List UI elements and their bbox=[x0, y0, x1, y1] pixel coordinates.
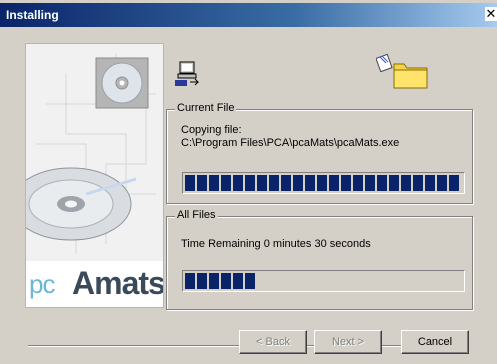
progress-segment bbox=[197, 175, 207, 191]
progress-segment bbox=[293, 175, 303, 191]
progress-segment bbox=[257, 175, 267, 191]
current-file-path: C:\Program Files\PCA\pcaMats\pcaMats.exe bbox=[181, 137, 400, 149]
installer-window: Installing ✕ pc Amats Current File Copyi… bbox=[0, 0, 497, 364]
folder-icon bbox=[376, 54, 428, 89]
logo-text-mats: Amats bbox=[72, 265, 164, 301]
progress-segment bbox=[413, 175, 423, 191]
progress-segment bbox=[221, 273, 231, 289]
time-remaining-text: Time Remaining 0 minutes 30 seconds bbox=[181, 238, 371, 250]
all-files-group: All Files Time Remaining 0 minutes 30 se… bbox=[166, 209, 473, 310]
computer-transfer-icon bbox=[175, 61, 200, 86]
progress-segment bbox=[305, 175, 315, 191]
progress-segment bbox=[365, 175, 375, 191]
close-button[interactable]: ✕ bbox=[485, 7, 497, 21]
logo: pc Amats bbox=[26, 261, 163, 307]
progress-segment bbox=[269, 175, 279, 191]
title-bar: Installing ✕ bbox=[0, 3, 497, 27]
progress-segment bbox=[197, 273, 207, 289]
progress-segment bbox=[245, 273, 255, 289]
all-files-legend: All Files bbox=[175, 209, 218, 221]
progress-segment bbox=[437, 175, 447, 191]
progress-segment bbox=[401, 175, 411, 191]
logo-text-pc: pc bbox=[29, 269, 55, 299]
progress-segment bbox=[185, 175, 195, 191]
current-file-group: Current File Copying file: C:\Program Fi… bbox=[166, 102, 473, 204]
progress-segment bbox=[245, 175, 255, 191]
current-file-legend: Current File bbox=[175, 102, 237, 114]
progress-segment bbox=[341, 175, 351, 191]
dialog-client-area: pc Amats Current File Copying file: C:\P… bbox=[0, 27, 497, 364]
all-files-progress-bar bbox=[182, 270, 465, 292]
back-button[interactable]: < Back bbox=[239, 330, 307, 354]
progress-segment bbox=[317, 175, 327, 191]
cancel-button[interactable]: Cancel bbox=[401, 330, 469, 354]
progress-segment bbox=[209, 273, 219, 289]
progress-segment bbox=[233, 175, 243, 191]
next-button[interactable]: Next > bbox=[314, 330, 382, 354]
progress-segment bbox=[377, 175, 387, 191]
progress-segment bbox=[329, 175, 339, 191]
product-banner: pc Amats bbox=[25, 43, 164, 308]
progress-segment bbox=[353, 175, 363, 191]
progress-segment bbox=[209, 175, 219, 191]
progress-segment bbox=[449, 175, 459, 191]
progress-segment bbox=[425, 175, 435, 191]
window-title: Installing bbox=[6, 8, 59, 22]
progress-segment bbox=[233, 273, 243, 289]
progress-segment bbox=[185, 273, 195, 289]
current-file-progress-bar bbox=[182, 172, 465, 194]
copying-label: Copying file: bbox=[181, 124, 242, 136]
progress-segment bbox=[389, 175, 399, 191]
progress-segment bbox=[281, 175, 291, 191]
progress-segment bbox=[221, 175, 231, 191]
